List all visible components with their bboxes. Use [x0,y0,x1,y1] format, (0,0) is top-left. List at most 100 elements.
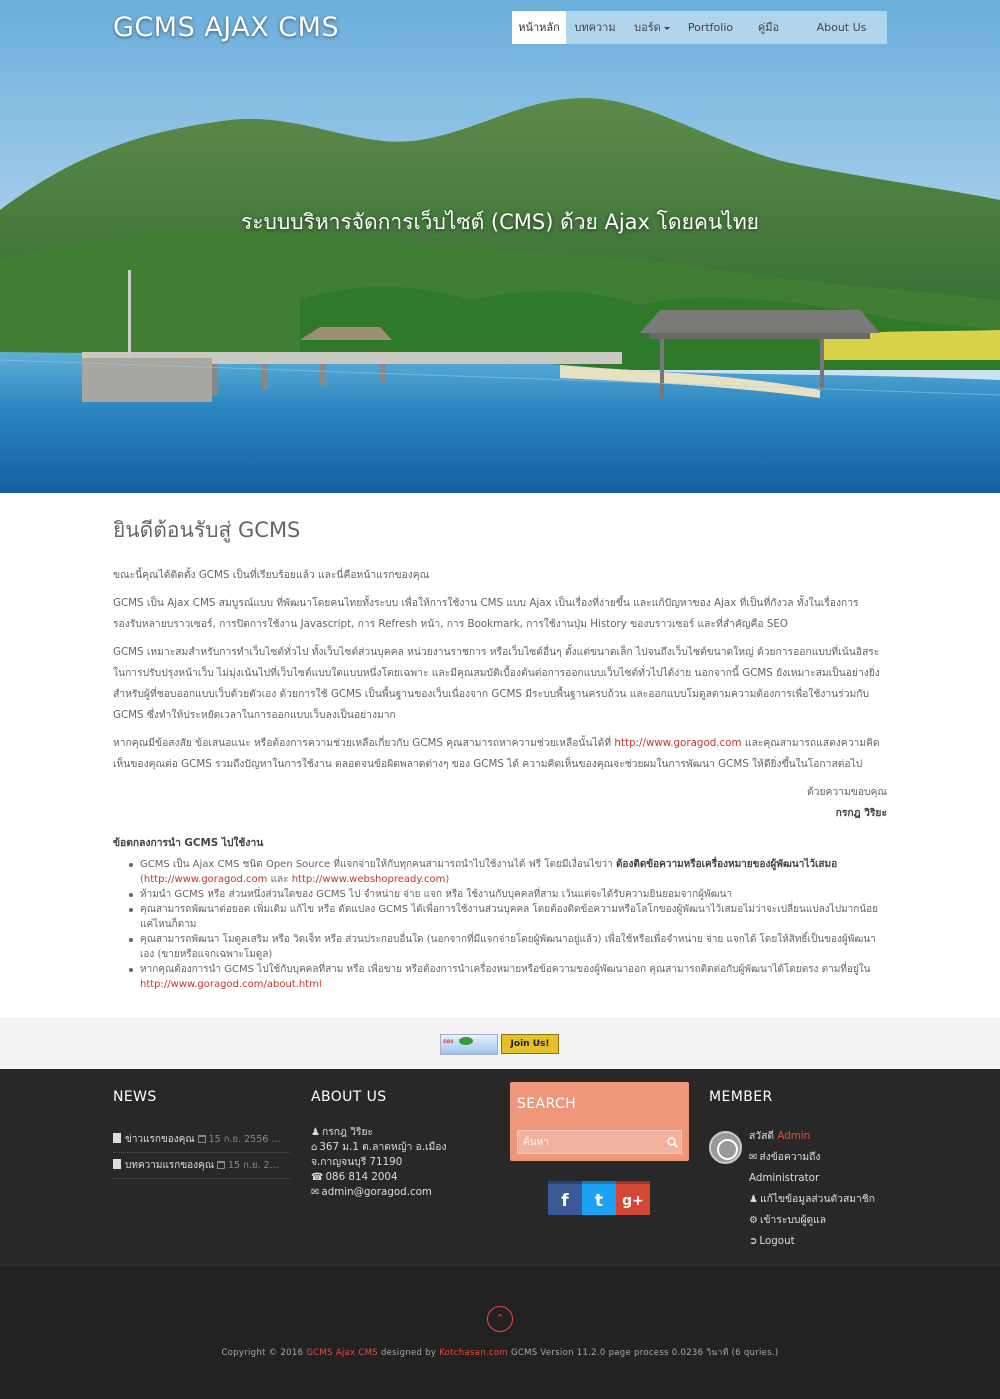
search-title: SEARCH [517,1096,577,1112]
about-title: ABOUT US [311,1089,387,1105]
envelope-icon: ✉ [311,1187,320,1198]
news-date: 15 ก.ย. 2556 ... [208,1134,281,1145]
google-plus-icon[interactable]: g+ [616,1181,650,1215]
avatar [709,1131,742,1164]
search-icon[interactable] [667,1137,678,1148]
nav-manual[interactable]: คู่มือ [741,11,796,44]
gcms-link[interactable]: GCMS Ajax CMS [306,1348,378,1358]
social-links: f t g+ [548,1181,650,1215]
greeting: สวัสดี [749,1130,775,1142]
calendar-icon [197,1135,206,1143]
admin-login-label: เข้าระบบผู้ดูแล [759,1214,827,1226]
banner-strip: ถอง Join Us! [0,1018,1000,1069]
nav-articles[interactable]: บทความ [566,11,624,44]
copyright-text: Copyright © 2016 [221,1348,307,1358]
about-email[interactable]: admin@goragod.com [321,1186,432,1198]
news-title-text: ข่าวแรกของคุณ [125,1134,195,1145]
term-text: หากคุณต้องการนำ GCMS ไปใช้กับบุคคลที่สาม… [140,964,871,975]
terms-title: ข้อตกลงการนำ GCMS ไปใช้งาน [113,837,264,849]
document-icon [113,1133,121,1143]
term-text: และ [267,874,292,885]
author-name: กรกฎ วิริยะ [835,807,887,819]
chevron-down-icon [663,26,670,30]
join-us-banner[interactable]: Join Us! [501,1034,559,1054]
webshopready-link[interactable]: http://www.webshopready.com [292,874,446,885]
main-nav: หน้าหลัก บทความ บอร์ด Portfolio คู่มือ A… [512,11,887,44]
sponsor-banner[interactable]: ถอง [440,1034,498,1055]
logout-icon: ➲ [749,1236,758,1247]
usage-paragraph: GCMS เหมาะสมสำหรับการทำเว็บไซต์ทั่วไป ทั… [113,646,880,721]
twitter-icon[interactable]: t [582,1181,616,1215]
logout-label: Logout [759,1235,795,1247]
copyright-text: GCMS Version 11.2.0 page process 0.0236 … [507,1348,779,1358]
nav-home[interactable]: หน้าหลัก [512,11,566,44]
term-bold: ต้องติดข้อความหรือเครื่องหมายของผู้พัฒนา… [615,859,838,870]
help-text: หากคุณมีข้อสงสัย ข้อเสนอแนะ หรือต้องการค… [113,737,615,749]
list-item: GCMS เป็น Ajax CMS ชนิด Open Source ที่แ… [129,857,887,887]
list-item[interactable]: บทความแรกของคุณ 15 ก.ย. 2... [113,1153,290,1179]
search-input[interactable] [517,1130,682,1154]
footer-bottom: ⌃ Copyright © 2016 GCMS Ajax CMS designe… [0,1267,1000,1399]
news-title: NEWS [113,1089,157,1105]
goragod-link[interactable]: http://www.goragod.com [614,737,741,749]
nav-label: About Us [816,21,867,34]
intro-paragraph: ขณะนี้คุณได้ติดตั้ง GCMS เป็นที่เรียบร้อ… [113,569,430,581]
nav-portfolio[interactable]: Portfolio [680,11,741,44]
list-item: คุณสามารถพัฒนา โมดูลเสริม หรือ วิดเจ็ท ห… [129,932,887,962]
nav-label: บอร์ด [634,21,661,34]
about-link[interactable]: http://www.goragod.com/about.html [140,979,322,990]
search-widget: SEARCH [510,1082,689,1161]
terms-list: GCMS เป็น Ajax CMS ชนิด Open Source ที่แ… [129,857,887,992]
member-role: Administrator [749,1172,820,1184]
chevron-up-icon: ⌃ [495,1312,505,1325]
admin-login-link[interactable]: ⚙ เข้าระบบผู้ดูแล [749,1210,909,1231]
about-address: 367 ม.1 ต.ลาดหญ้า อ.เมือง [319,1141,447,1153]
goragod-link[interactable]: http://www.goragod.com [144,874,268,885]
help-paragraph: หากคุณมีข้อสงสัย ข้อเสนอแนะ หรือต้องการค… [113,733,887,775]
about-name: กรกฎ วิริยะ [321,1126,374,1138]
member-menu: สวัสดี Admin ✉ ส่งข้อความถึง Administrato… [749,1126,909,1252]
nav-about-us[interactable]: About Us [796,11,887,44]
about-contact: ♟ กรกฎ วิริยะ ⌂ 367 ม.1 ต.ลาดหญ้า อ.เมือง … [311,1125,491,1200]
news-date: 15 ก.ย. 2... [228,1160,279,1171]
hero-banner: GCMS AJAX CMS ระบบบริหารจัดการเว็บไซต์ (… [0,0,1000,493]
logout-link[interactable]: ➲ Logout [749,1231,909,1252]
phone-icon: ☎ [311,1172,324,1183]
nav-label: คู่มือ [757,21,780,34]
send-message-label: ส่งข้อความถึง [759,1151,821,1163]
page-title: ยินดีต้อนรับสู่ GCMS [113,518,301,542]
facebook-icon[interactable]: f [548,1181,582,1215]
kotchasan-link[interactable]: Kotchasan.com [439,1348,508,1358]
about-address-2: จ.กาญจนบุรี 71190 [311,1156,403,1168]
copyright-text: designed by [377,1348,440,1358]
footer-widgets: NEWS ข่าวแรกของคุณ 15 ก.ย. 2556 ... บทควา… [0,1069,1000,1267]
edit-profile-link[interactable]: ♟ แก้ไขข้อมูลส่วนตัวสมาชิก [749,1189,909,1210]
nav-board[interactable]: บอร์ด [624,11,680,44]
main-content: ยินดีต้อนรับสู่ GCMS ขณะนี้คุณได้ติดตั้ง… [113,510,887,992]
banner-text: ถอง [443,1038,454,1045]
hero-image [0,0,1000,493]
nav-label: บทความ [574,21,616,34]
user-icon: ♟ [749,1194,758,1205]
username[interactable]: Admin [777,1130,810,1142]
nav-label: หน้าหลัก [518,21,560,34]
document-icon [113,1159,121,1169]
list-item: หากคุณต้องการนำ GCMS ไปใช้กับบุคคลที่สาม… [129,962,887,992]
list-item[interactable]: ข่าวแรกของคุณ 15 ก.ย. 2556 ... [113,1127,290,1153]
description-paragraph: GCMS เป็น Ajax CMS สมบูรณ์แบบ ที่พัฒนาโด… [113,597,859,630]
island-icon [459,1037,473,1045]
site-title[interactable]: GCMS AJAX CMS [113,12,339,43]
nav-label: Portfolio [687,21,734,34]
list-item: ห้ามนำ GCMS หรือ ส่วนหนึ่งส่วนใดของ GCMS… [129,887,887,902]
hero-tagline: ระบบบริหารจัดการเว็บไซต์ (CMS) ด้วย Ajax… [241,210,759,234]
envelope-icon: ✉ [749,1152,758,1163]
edit-profile-label: แก้ไขข้อมูลส่วนตัวสมาชิก [759,1193,876,1205]
thanks-text: ด้วยความขอบคุณ [807,786,887,798]
gear-icon: ⚙ [749,1215,758,1226]
send-message-link[interactable]: ✉ ส่งข้อความถึง [749,1147,909,1168]
term-text: GCMS เป็น Ajax CMS ชนิด Open Source ที่แ… [140,859,616,870]
back-to-top-button[interactable]: ⌃ [487,1306,513,1332]
calendar-icon [217,1161,226,1169]
about-phone: 086 814 2004 [325,1171,398,1183]
news-list: ข่าวแรกของคุณ 15 ก.ย. 2556 ... บทความแรกข… [113,1127,290,1179]
